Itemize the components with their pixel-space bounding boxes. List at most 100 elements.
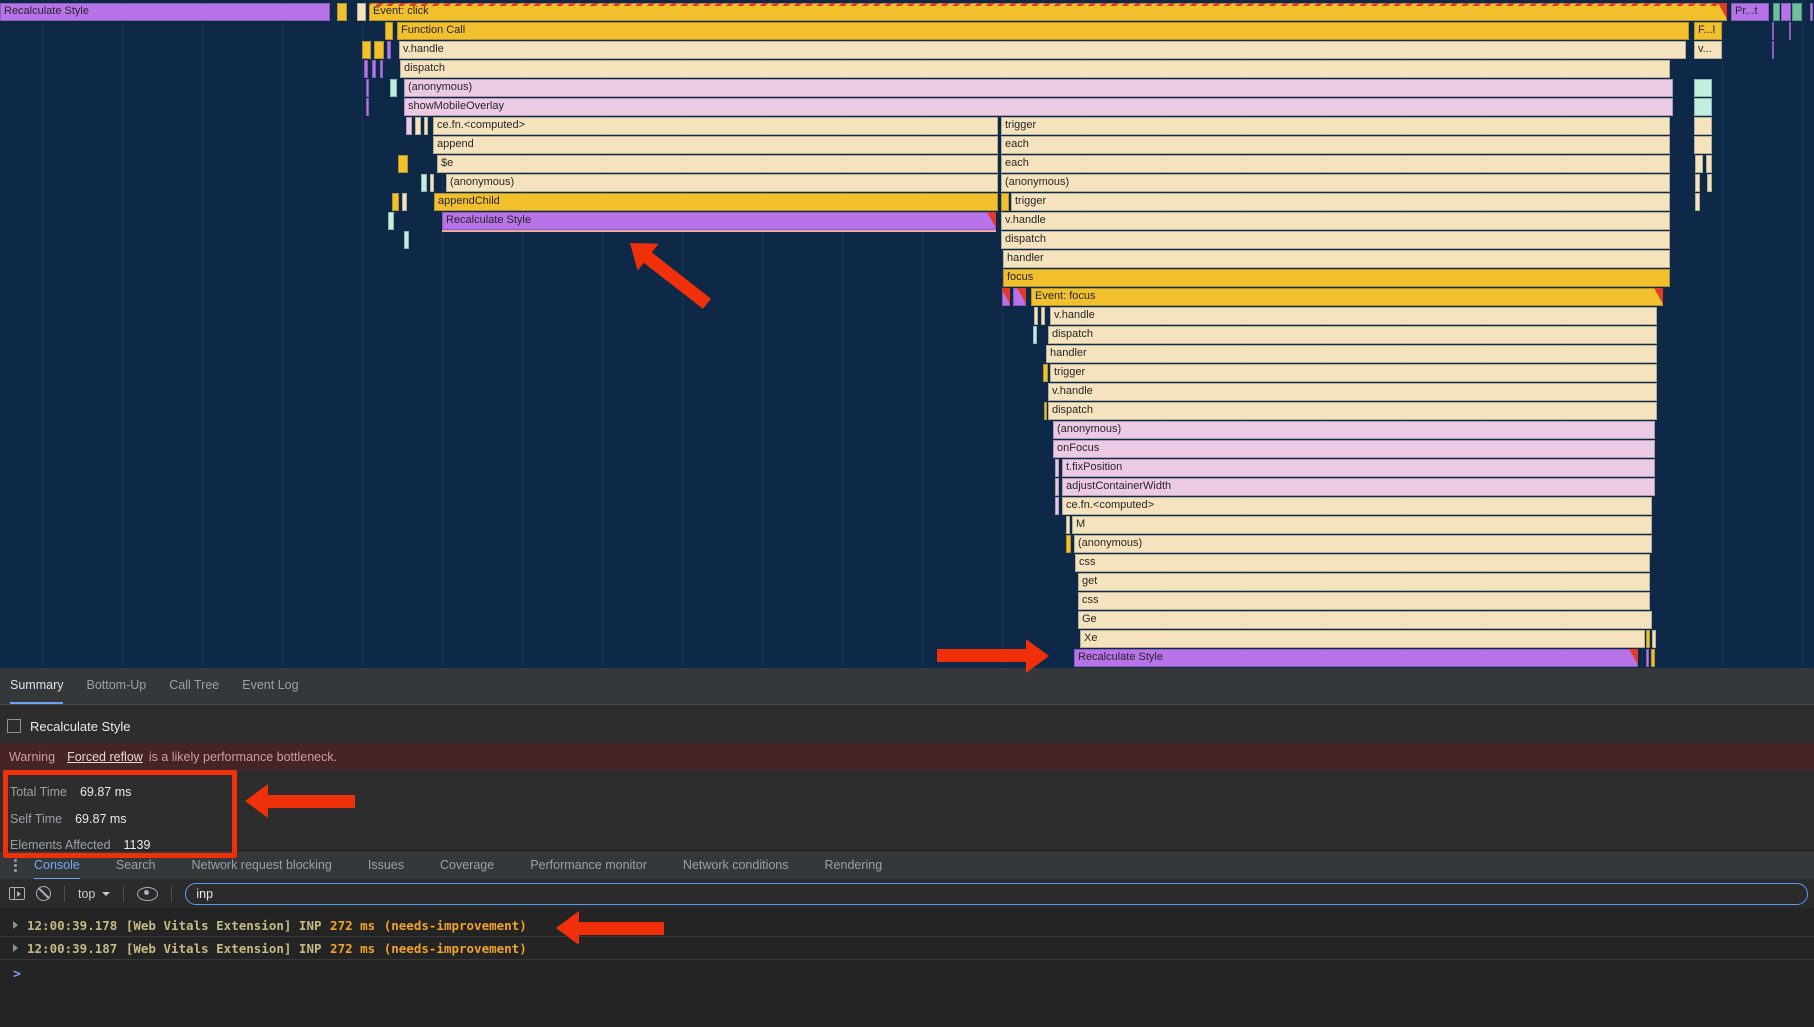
console-prompt[interactable]: >	[0, 960, 1814, 982]
flame-bar[interactable]	[1695, 193, 1700, 211]
flame-bar[interactable]	[366, 79, 369, 97]
flame-bar[interactable]: (anonymous)	[1001, 174, 1670, 192]
clear-console-icon[interactable]	[36, 886, 51, 901]
flame-bar[interactable]	[406, 117, 412, 135]
expand-triangle-icon[interactable]	[13, 944, 18, 952]
flame-bar[interactable]: Function Call	[397, 22, 1689, 40]
flame-bar[interactable]	[415, 117, 421, 135]
flame-bar[interactable]	[404, 231, 409, 249]
flame-bar[interactable]	[388, 212, 394, 230]
flame-bar[interactable]	[374, 41, 384, 59]
tab-summary[interactable]: Summary	[10, 668, 63, 704]
flame-bar[interactable]: ce.fn.<computed>	[433, 117, 998, 135]
console-message[interactable]: 12:00:39.178 [Web Vitals Extension] INP …	[0, 914, 1814, 937]
flame-bar[interactable]	[1055, 459, 1059, 477]
flame-bar[interactable]	[1694, 79, 1712, 97]
flame-bar[interactable]: t.fixPosition	[1062, 459, 1655, 477]
tab-bottom-up[interactable]: Bottom-Up	[86, 668, 146, 704]
flame-bar[interactable]	[1652, 630, 1656, 648]
flame-bar[interactable]	[1013, 288, 1026, 306]
flame-bar[interactable]: Event: click	[369, 3, 1727, 21]
flame-bar[interactable]	[1781, 3, 1791, 21]
flame-bar[interactable]: Ge	[1078, 611, 1652, 629]
flame-bar[interactable]: Recalculate Style	[0, 3, 330, 21]
flame-bar[interactable]	[1055, 497, 1059, 515]
flame-bar[interactable]	[380, 60, 383, 78]
flame-bar[interactable]	[1695, 174, 1700, 192]
flame-bar[interactable]	[387, 41, 391, 59]
flame-bar[interactable]: trigger	[1011, 193, 1670, 211]
flame-bar[interactable]	[385, 22, 393, 40]
flame-bar[interactable]: each	[1001, 136, 1670, 154]
tab-issues[interactable]: Issues	[368, 851, 404, 880]
flame-bar[interactable]	[1695, 155, 1703, 173]
flame-bar[interactable]: appendChild	[434, 193, 998, 211]
flame-bar[interactable]	[1792, 3, 1802, 21]
flame-bar[interactable]	[1055, 478, 1059, 496]
flame-bar[interactable]	[392, 193, 399, 211]
flame-bar[interactable]: dispatch	[1001, 231, 1670, 249]
flame-bar[interactable]	[1002, 288, 1010, 306]
tab-call-tree[interactable]: Call Tree	[169, 668, 219, 704]
flame-bar[interactable]: dispatch	[1048, 402, 1657, 420]
flame-bar[interactable]: css	[1075, 554, 1650, 572]
flame-bar[interactable]: (anonymous)	[1074, 535, 1652, 553]
flame-bar[interactable]	[1789, 22, 1791, 40]
flame-bar[interactable]	[337, 3, 347, 21]
flame-bar[interactable]: v.handle	[1048, 383, 1657, 401]
tab-search[interactable]: Search	[116, 851, 156, 880]
flame-bar[interactable]	[1066, 535, 1071, 553]
flame-bar[interactable]	[1646, 649, 1649, 667]
flame-bar[interactable]: Xe	[1080, 630, 1645, 648]
flame-bar[interactable]	[1043, 364, 1048, 382]
tab-rendering[interactable]: Rendering	[825, 851, 883, 880]
flame-bar[interactable]	[402, 193, 407, 211]
flame-bar[interactable]: F...l	[1694, 22, 1722, 40]
flame-chart[interactable]: Recalculate Style Event: clickPr...t Funct…	[0, 0, 1814, 668]
summary-checkbox[interactable]	[7, 719, 21, 733]
expand-triangle-icon[interactable]	[13, 921, 18, 929]
live-expression-eye-icon[interactable]	[137, 887, 158, 901]
flame-bar[interactable]	[362, 41, 371, 59]
flame-bar[interactable]: (anonymous)	[404, 79, 1673, 97]
flame-bar[interactable]: css	[1078, 592, 1650, 610]
flame-bar[interactable]	[1772, 41, 1774, 59]
flame-bar[interactable]	[1066, 516, 1070, 534]
flame-bar[interactable]: Event: focus	[1031, 288, 1663, 306]
flame-bar[interactable]	[430, 174, 434, 192]
flame-bar[interactable]	[1810, 3, 1813, 21]
flame-bar[interactable]: handler	[1046, 345, 1657, 363]
flame-bar[interactable]	[1694, 117, 1712, 135]
tab-network-conditions[interactable]: Network conditions	[683, 851, 789, 880]
console-message[interactable]: 12:00:39.187 [Web Vitals Extension] INP …	[0, 937, 1814, 960]
flame-bar[interactable]: focus	[1003, 269, 1670, 287]
flame-bar[interactable]: (anonymous)	[446, 174, 998, 192]
tab-performance-monitor[interactable]: Performance monitor	[530, 851, 647, 880]
more-tools-kebab-icon[interactable]	[14, 859, 17, 862]
tab-coverage[interactable]: Coverage	[440, 851, 494, 880]
flame-bar[interactable]	[1773, 3, 1780, 21]
flame-bar[interactable]: append	[433, 136, 998, 154]
flame-bar[interactable]	[364, 60, 368, 78]
flame-bar[interactable]	[1772, 22, 1774, 40]
flame-bar[interactable]: Pr...t	[1731, 3, 1769, 21]
flame-bar[interactable]	[1707, 174, 1712, 192]
flame-bar[interactable]: dispatch	[1048, 326, 1657, 344]
console-filter-input[interactable]	[185, 883, 1808, 905]
flame-bar[interactable]: $e	[437, 155, 998, 173]
flame-bar[interactable]	[372, 60, 376, 78]
flame-bar[interactable]	[1033, 326, 1037, 344]
flame-bar[interactable]	[424, 117, 428, 135]
forced-reflow-link[interactable]: Forced reflow	[67, 750, 143, 764]
flame-bar[interactable]: (anonymous)	[1053, 421, 1655, 439]
flame-bar[interactable]: each	[1001, 155, 1670, 173]
tab-event-log[interactable]: Event Log	[242, 668, 298, 704]
flame-bar[interactable]	[357, 3, 366, 21]
console-sidebar-toggle-icon[interactable]	[9, 887, 25, 900]
flame-bar[interactable]: get	[1078, 573, 1650, 591]
flame-bar[interactable]: v...	[1694, 41, 1722, 59]
flame-bar[interactable]	[1041, 307, 1045, 325]
flame-bar[interactable]: showMobileOverlay	[404, 98, 1673, 116]
flame-bar[interactable]	[390, 79, 397, 97]
tab-network-request-blocking[interactable]: Network request blocking	[191, 851, 331, 880]
